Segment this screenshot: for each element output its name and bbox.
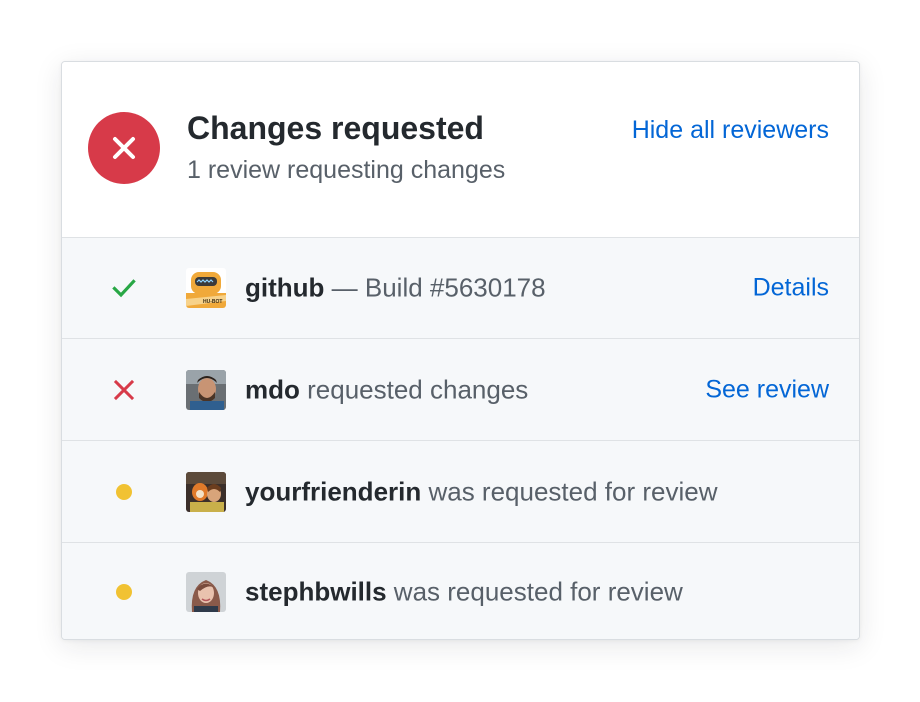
status-title: Changes requested	[187, 110, 484, 146]
username[interactable]: stephbwills	[245, 576, 387, 606]
yourfrienderin-avatar	[186, 471, 226, 512]
reviewer-row-yourfrienderin: yourfrienderin was requested for review	[62, 441, 859, 543]
status-subtitle: 1 review requesting changes	[187, 156, 506, 184]
row-text: github — Build #5630178	[245, 273, 546, 304]
pending-dot	[116, 583, 132, 600]
row-description: requested changes	[299, 374, 529, 404]
reviewer-row-github: HU-BOT github — Build #5630178 Details	[62, 238, 859, 339]
row-description: — Build #5630178	[324, 272, 546, 303]
status-header: Changes requested 1 review requesting ch…	[62, 62, 859, 238]
svg-text:HU-BOT: HU-BOT	[203, 299, 222, 305]
row-text: stephbwills was requested for review	[245, 576, 683, 607]
username[interactable]: mdo	[245, 374, 300, 404]
username[interactable]: github	[245, 273, 324, 303]
changes-requested-icon	[88, 112, 160, 184]
pending-dot	[116, 483, 132, 500]
dot-icon	[112, 580, 136, 604]
hubot-avatar: HU-BOT	[186, 268, 226, 308]
mdo-avatar	[186, 369, 226, 410]
dot-icon	[112, 480, 136, 504]
username[interactable]: yourfrienderin	[245, 476, 421, 506]
x-icon	[112, 378, 136, 402]
hide-all-reviewers-link[interactable]: Hide all reviewers	[632, 116, 829, 145]
row-description: was requested for review	[386, 576, 683, 606]
details-link[interactable]: Details	[753, 274, 829, 303]
row-text: yourfrienderin was requested for review	[245, 476, 718, 507]
row-description: was requested for review	[421, 476, 718, 506]
reviewer-row-mdo: mdo requested changes See review	[62, 339, 859, 441]
see-review-link[interactable]: See review	[705, 375, 829, 404]
merge-status-card: Changes requested 1 review requesting ch…	[61, 61, 860, 640]
check-icon	[112, 276, 136, 300]
row-text: mdo requested changes	[245, 374, 528, 405]
reviewer-row-stephbwills: stephbwills was requested for review	[62, 543, 859, 639]
stephbwills-avatar	[186, 571, 226, 612]
